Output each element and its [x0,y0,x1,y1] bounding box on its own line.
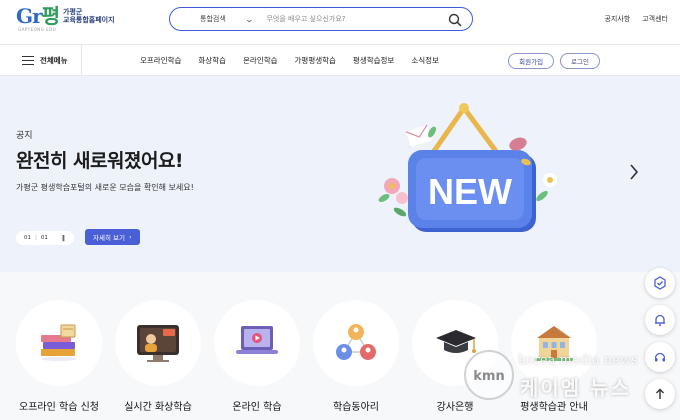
nav-item-online[interactable]: 온라인학습 [243,55,278,66]
badge-check-icon[interactable] [645,268,675,298]
pager-separator: | [35,235,37,241]
nav-items: 오프라인학습 화상학습 온라인학습 가평평생학습 평생학습정보 소식정보 [140,45,439,76]
menu-all-button[interactable]: 전체메뉴 [0,45,82,76]
quick-item-label: 온라인 학습 [232,402,282,413]
quick-item-label: 학습동아리 [333,402,379,413]
detail-button-label: 자세히 보기 [93,234,125,242]
laptop-video-icon [214,300,300,386]
logo-mark: Gr평 [16,4,60,28]
pager-current: 01 [24,235,31,241]
search-icon[interactable] [448,12,462,31]
menu-all-label: 전체메뉴 [40,56,68,65]
main-nav: 전체메뉴 오프라인학습 화상학습 온라인학습 가평평생학습 평생학습정보 소식정… [0,44,680,76]
chevron-right-icon: › [128,233,132,241]
quick-item-online[interactable]: 온라인 학습 [214,300,300,420]
nav-item-news[interactable]: 소식정보 [411,55,439,66]
watermark-text-ko: 케이엠 뉴스 [520,376,631,400]
search-bar: 통합검색 ⌄ [169,7,473,31]
quick-item-label: 오프라인 학습 신청 [19,402,99,413]
pager-total: 01 [40,235,48,241]
quick-item-offline[interactable]: 오프라인 학습 신청 [16,300,102,420]
live-class-icon [115,300,201,386]
next-slide-arrow-icon[interactable] [628,162,640,186]
link-notice[interactable]: 공지사항 [604,14,630,24]
link-customer-center[interactable]: 고객센터 [642,14,668,24]
logo-text: 가평군 교육통합홈페이지 [63,8,115,24]
hero-description: 가평군 평생학습포털의 새로운 모습을 확인해 보세요! [16,183,194,192]
quick-item-live[interactable]: 실시간 화상학습 [115,300,201,420]
join-button[interactable]: 회원가입 [508,53,555,69]
books-icon [16,300,102,386]
nav-item-lifelong-info[interactable]: 평생학습정보 [353,55,394,66]
watermark: kmn korea media news 케이엠 뉴스 [460,348,680,408]
auth-buttons: 회원가입 로그인 [508,53,600,69]
people-network-icon [313,300,399,386]
search-input[interactable] [266,15,457,23]
detail-button[interactable]: 자세히 보기 › [85,229,140,245]
pause-icon[interactable]: ‖ [62,235,65,242]
site-header: Gr평 가평군 교육통합홈페이지 GAPYEONG EDU 통합검색 ⌄ 공지사… [0,0,680,44]
quick-item-label: 실시간 화상학습 [124,402,192,413]
bell-icon[interactable] [645,305,675,335]
nav-item-gapyeong-lifelong[interactable]: 가평평생학습 [295,55,336,66]
search-category-select[interactable]: 통합검색 [200,14,226,24]
logo-subtext: GAPYEONG EDU [18,27,57,32]
top-links: 공지사항 고객센터 [604,14,668,24]
chevron-down-icon[interactable]: ⌄ [244,15,253,24]
nav-item-offline[interactable]: 오프라인학습 [140,55,181,66]
hero-title: 완전히 새로워졌어요! [16,150,184,172]
logo-mark-hangul: 평 [41,4,60,28]
login-button[interactable]: 로그인 [560,53,600,69]
hero-category: 공지 [16,131,33,141]
site-logo[interactable]: Gr평 가평군 교육통합홈페이지 GAPYEONG EDU [16,4,115,32]
logo-mark-latin: Gr [16,4,43,28]
quick-item-club[interactable]: 학습동아리 [313,300,399,420]
new-sign-illustration: NEW [372,96,572,250]
watermark-logo-text: kmn [473,369,504,384]
slide-pager: 01 | 01 ‖ [16,231,74,245]
hero-banner: 공지 완전히 새로워졌어요! 가평군 평생학습포털의 새로운 모습을 확인해 보… [0,76,680,272]
logo-line2: 교육통합홈페이지 [63,16,115,24]
sign-text: NEW [428,171,512,212]
nav-item-video[interactable]: 화상학습 [198,55,226,66]
hamburger-icon [22,56,34,65]
watermark-logo: kmn [462,348,516,406]
logo-line1: 가평군 [63,8,83,16]
watermark-text-en: korea media news [518,353,638,368]
